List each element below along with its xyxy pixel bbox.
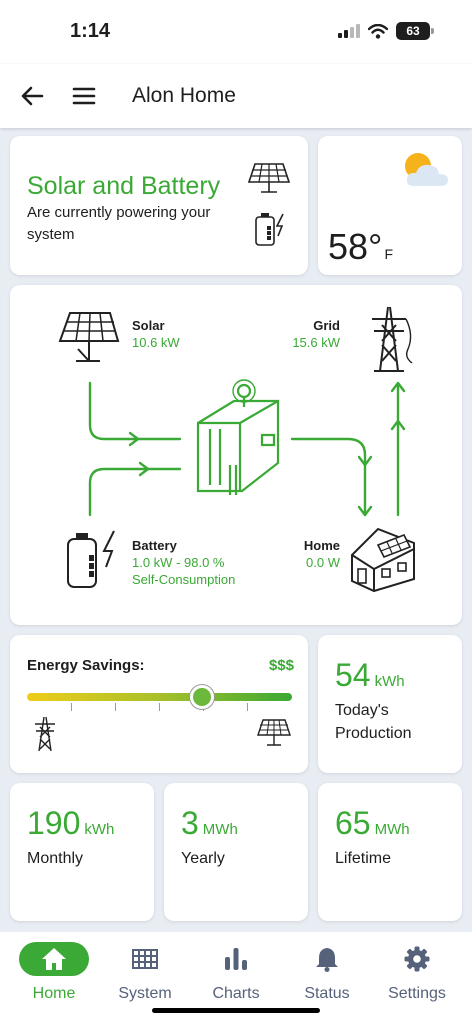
lifetime-unit: MWh — [374, 821, 410, 838]
nav-system-label: System — [118, 985, 172, 1002]
energy-flow-card: Solar 10.6 kW Grid 15.6 kW Battery 1.0 k… — [10, 285, 462, 625]
savings-indicator: $$$ — [268, 657, 294, 674]
slider-tick — [247, 703, 248, 711]
lifetime-card: 65 MWh Lifetime — [318, 783, 462, 921]
power-status-card: Solar and Battery Are currently powering… — [10, 136, 308, 275]
solar-value: 10.6 kW — [132, 335, 180, 350]
energy-savings-card: Energy Savings: $$$ — [10, 635, 308, 773]
nav-status[interactable]: Status — [282, 942, 372, 1012]
slider-tick — [159, 703, 160, 711]
solar-panel-icon — [247, 163, 291, 193]
solar-label: Solar 10.6 kW — [132, 317, 180, 351]
grid-icon — [132, 949, 158, 969]
power-tower-icon — [372, 306, 413, 372]
nav-charts[interactable]: Charts — [191, 942, 281, 1012]
signal-icon — [338, 24, 360, 38]
slider-tick — [115, 703, 116, 711]
grid-label: Grid 15.6 kW — [290, 317, 340, 351]
todays-production-card: 54 kWh Today's Production — [318, 635, 462, 773]
todays-production-value: 54 — [335, 657, 371, 693]
savings-slider-knob[interactable] — [189, 685, 214, 709]
lifetime-label: Lifetime — [335, 850, 392, 867]
solar-panel-icon — [257, 719, 291, 746]
app-bar: Alon Home — [0, 64, 472, 128]
nav-home[interactable]: Home — [9, 942, 99, 1012]
hamburger-menu-icon[interactable] — [70, 82, 98, 110]
solar-panel-icon — [58, 312, 120, 362]
todays-production-label: Today's Production — [335, 702, 412, 742]
battery-mode: Self-Consumption — [132, 572, 236, 587]
nav-system[interactable]: System — [100, 942, 190, 1012]
battery-label: Battery 1.0 kW - 98.0 % Self-Consumption — [132, 537, 235, 588]
battery-icon: 63 — [396, 22, 434, 40]
monthly-unit: kWh — [84, 821, 115, 838]
bell-icon — [316, 948, 338, 972]
nav-home-label: Home — [32, 985, 76, 1002]
power-tower-icon — [35, 716, 55, 752]
status-bar: 1:14 63 — [0, 0, 472, 64]
battery-small-icon — [255, 213, 284, 246]
lifetime-value: 65 — [335, 805, 371, 841]
yearly-value: 3 — [181, 805, 199, 841]
home-label: Home 0.0 W — [290, 537, 340, 571]
home-value: 0.0 W — [306, 555, 340, 570]
wifi-icon — [368, 23, 388, 39]
home-icon — [42, 948, 66, 970]
gear-icon — [404, 946, 430, 972]
house-icon — [351, 527, 415, 593]
bar-chart-icon — [225, 948, 247, 970]
nav-settings-label: Settings — [388, 985, 446, 1002]
weather-card: 58° F — [318, 136, 462, 275]
status-time: 1:14 — [70, 20, 111, 42]
grid-name: Grid — [313, 318, 340, 333]
yearly-label: Yearly — [181, 850, 225, 867]
temperature-unit: F — [384, 246, 394, 262]
savings-slider-track — [27, 693, 292, 701]
temperature-value: 58° F — [328, 226, 393, 268]
battery-name: Battery — [132, 538, 177, 553]
energy-savings-label: Energy Savings: — [27, 657, 145, 674]
monthly-value: 190 — [27, 805, 81, 841]
power-status-headline: Solar and Battery — [27, 172, 221, 200]
todays-production-unit: kWh — [374, 673, 405, 690]
power-status-subtext: Are currently powering your system — [27, 204, 211, 243]
yearly-unit: MWh — [202, 821, 238, 838]
grid-value: 15.6 kW — [292, 335, 340, 350]
nav-settings[interactable]: Settings — [372, 942, 462, 1012]
temperature-number: 58° — [328, 226, 383, 267]
nav-charts-label: Charts — [212, 985, 260, 1002]
nav-status-label: Status — [304, 985, 350, 1002]
page-title: Alon Home — [132, 84, 236, 107]
home-name: Home — [303, 538, 340, 553]
home-indicator — [152, 1008, 320, 1013]
yearly-card: 3 MWh Yearly — [164, 783, 308, 921]
slider-tick — [71, 703, 72, 711]
monthly-card: 190 kWh Monthly — [10, 783, 154, 921]
partly-cloudy-icon — [405, 153, 448, 186]
battery-value: 1.0 kW - 98.0 % — [132, 555, 225, 570]
battery-icon — [67, 530, 115, 588]
back-arrow-icon[interactable] — [18, 82, 46, 110]
solar-name: Solar — [132, 318, 165, 333]
monthly-label: Monthly — [27, 850, 84, 867]
